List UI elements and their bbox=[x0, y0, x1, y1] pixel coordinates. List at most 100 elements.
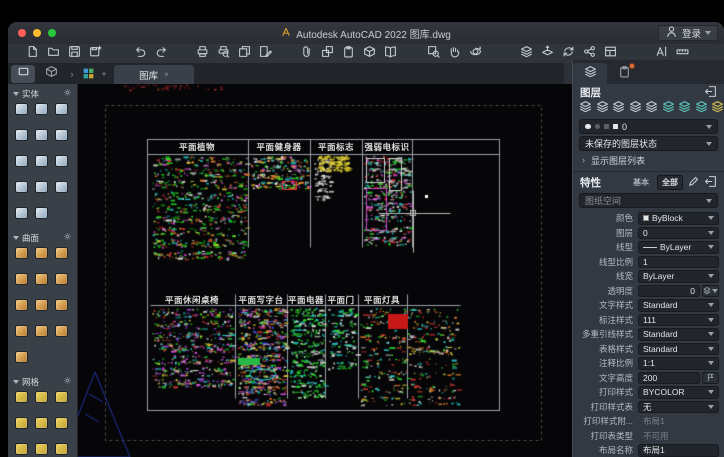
property-input[interactable]: 布局1 bbox=[638, 444, 719, 457]
tool-thumbnail-icon[interactable] bbox=[35, 207, 48, 219]
tab-overflow-chevron[interactable]: › bbox=[64, 65, 80, 83]
layer-color-button[interactable] bbox=[711, 100, 724, 118]
tool-thumbnail-icon[interactable] bbox=[55, 391, 68, 403]
freeze-layer-button[interactable] bbox=[612, 100, 625, 118]
property-dropdown[interactable]: 0 bbox=[638, 227, 719, 240]
move-layer-button[interactable] bbox=[537, 45, 558, 62]
palette-tab-2d[interactable] bbox=[11, 65, 35, 83]
color-dropdown[interactable]: ByBlock bbox=[638, 212, 719, 225]
auto-hide-icon[interactable] bbox=[704, 85, 717, 101]
save-as-button[interactable] bbox=[85, 45, 106, 62]
start-tab-icon[interactable] bbox=[80, 65, 96, 83]
property-input[interactable]: 1 bbox=[638, 256, 719, 269]
tool-thumbnail-icon[interactable] bbox=[15, 299, 28, 311]
copy-button[interactable] bbox=[234, 45, 255, 62]
show-layer-list-toggle[interactable]: › 显示图层列表 bbox=[573, 153, 724, 167]
view-all-button[interactable]: 全部 bbox=[657, 175, 683, 190]
property-dropdown[interactable]: Standard bbox=[638, 328, 719, 341]
tool-thumbnail-icon[interactable] bbox=[35, 417, 48, 429]
layers-tab[interactable] bbox=[573, 63, 607, 84]
pan-button[interactable] bbox=[444, 45, 465, 62]
gear-icon[interactable] bbox=[63, 88, 72, 99]
property-dropdown[interactable]: 1:1 bbox=[638, 357, 719, 370]
tool-thumbnail-icon[interactable] bbox=[35, 155, 48, 167]
tool-thumbnail-icon[interactable] bbox=[35, 181, 48, 193]
login-button[interactable]: 登录 bbox=[658, 25, 718, 41]
property-dropdown[interactable]: Standard bbox=[638, 343, 719, 356]
tool-thumbnail-icon[interactable] bbox=[35, 247, 48, 259]
tool-thumbnail-icon[interactable] bbox=[15, 325, 28, 337]
gear-icon[interactable] bbox=[63, 376, 72, 387]
redo-button[interactable] bbox=[151, 45, 172, 62]
tool-thumbnail-icon[interactable] bbox=[35, 391, 48, 403]
plot-preview-button[interactable] bbox=[213, 45, 234, 62]
linetype-dropdown[interactable]: ByLayer bbox=[638, 241, 719, 254]
new-drawing-tab-button[interactable]: + bbox=[96, 65, 112, 83]
tool-thumbnail-icon[interactable] bbox=[55, 299, 68, 311]
property-input[interactable]: 200 bbox=[638, 372, 700, 385]
block-editor-button[interactable] bbox=[359, 45, 380, 62]
close-tab-icon[interactable]: × bbox=[164, 70, 169, 79]
new-layer-button[interactable] bbox=[596, 100, 609, 118]
tool-thumbnail-icon[interactable] bbox=[15, 103, 28, 115]
current-layer-combo[interactable]: 0 bbox=[579, 119, 718, 134]
tool-thumbnail-icon[interactable] bbox=[15, 443, 28, 455]
tool-thumbnail-icon[interactable] bbox=[15, 129, 28, 141]
new-file-button[interactable] bbox=[22, 45, 43, 62]
tool-thumbnail-icon[interactable] bbox=[35, 103, 48, 115]
zoom-window-button[interactable] bbox=[423, 45, 444, 62]
property-dropdown[interactable]: Standard bbox=[638, 299, 719, 312]
layer-states-button[interactable] bbox=[645, 100, 658, 118]
quick-select-icon[interactable] bbox=[687, 175, 700, 191]
plot-button[interactable] bbox=[192, 45, 213, 62]
tool-thumbnail-icon[interactable] bbox=[35, 299, 48, 311]
layer-properties-button[interactable] bbox=[579, 100, 592, 118]
palette-section-header-1[interactable]: 实体 bbox=[8, 86, 77, 101]
property-dropdown[interactable]: ByLayer bbox=[638, 270, 719, 283]
edit-button[interactable] bbox=[255, 45, 276, 62]
open-button[interactable] bbox=[43, 45, 64, 62]
selection-type-combo[interactable]: 图纸空间 bbox=[579, 193, 718, 208]
attach-button[interactable] bbox=[296, 45, 317, 62]
property-dropdown[interactable]: BYCOLOR bbox=[638, 386, 719, 399]
tool-thumbnail-icon[interactable] bbox=[15, 273, 28, 285]
layer-on-button[interactable] bbox=[662, 100, 675, 118]
gear-icon[interactable] bbox=[63, 232, 72, 243]
property-dropdown[interactable]: 无 bbox=[638, 401, 719, 414]
palette-section-header-3[interactable]: 网格 bbox=[8, 374, 77, 389]
content-button[interactable] bbox=[380, 45, 401, 62]
tool-thumbnail-icon[interactable] bbox=[55, 247, 68, 259]
tool-thumbnail-icon[interactable] bbox=[55, 181, 68, 193]
lock-layer-button[interactable] bbox=[629, 100, 642, 118]
view-basic-button[interactable]: 基本 bbox=[629, 176, 653, 189]
tool-thumbnail-icon[interactable] bbox=[35, 443, 48, 455]
tool-thumbnail-icon[interactable] bbox=[35, 325, 48, 337]
tool-thumbnail-icon[interactable] bbox=[15, 207, 28, 219]
tool-thumbnail-icon[interactable] bbox=[15, 391, 28, 403]
tool-thumbnail-icon[interactable] bbox=[15, 155, 28, 167]
undo-button[interactable] bbox=[130, 45, 151, 62]
tool-thumbnail-icon[interactable] bbox=[55, 443, 68, 455]
orbit-button[interactable] bbox=[465, 45, 486, 62]
paste-button[interactable] bbox=[338, 45, 359, 62]
tool-thumbnail-icon[interactable] bbox=[55, 129, 68, 141]
palette-section-header-2[interactable]: 曲面 bbox=[8, 230, 77, 245]
auto-hide-icon[interactable] bbox=[704, 175, 717, 191]
layers-button[interactable] bbox=[516, 45, 537, 62]
tool-thumbnail-icon[interactable] bbox=[15, 181, 28, 193]
tool-thumbnail-icon[interactable] bbox=[55, 273, 68, 285]
layer-unlock-button[interactable] bbox=[695, 100, 708, 118]
tool-thumbnail-icon[interactable] bbox=[55, 417, 68, 429]
transparency-input[interactable]: 0 bbox=[638, 285, 700, 298]
drawing-tab[interactable]: 图库 × bbox=[114, 65, 194, 84]
layer-state-combo[interactable]: 未保存的图层状态 bbox=[579, 136, 718, 151]
tool-thumbnail-icon[interactable] bbox=[15, 417, 28, 429]
tool-thumbnail-icon[interactable] bbox=[55, 103, 68, 115]
tool-thumbnail-icon[interactable] bbox=[35, 273, 48, 285]
tool-thumbnail-icon[interactable] bbox=[15, 247, 28, 259]
property-dropdown[interactable]: 111 bbox=[638, 314, 719, 327]
palette-tab-3d[interactable] bbox=[39, 65, 63, 83]
insert-block-button[interactable] bbox=[317, 45, 338, 62]
drawing-canvas[interactable] bbox=[78, 84, 572, 457]
tool-thumbnail-icon[interactable] bbox=[15, 351, 28, 363]
